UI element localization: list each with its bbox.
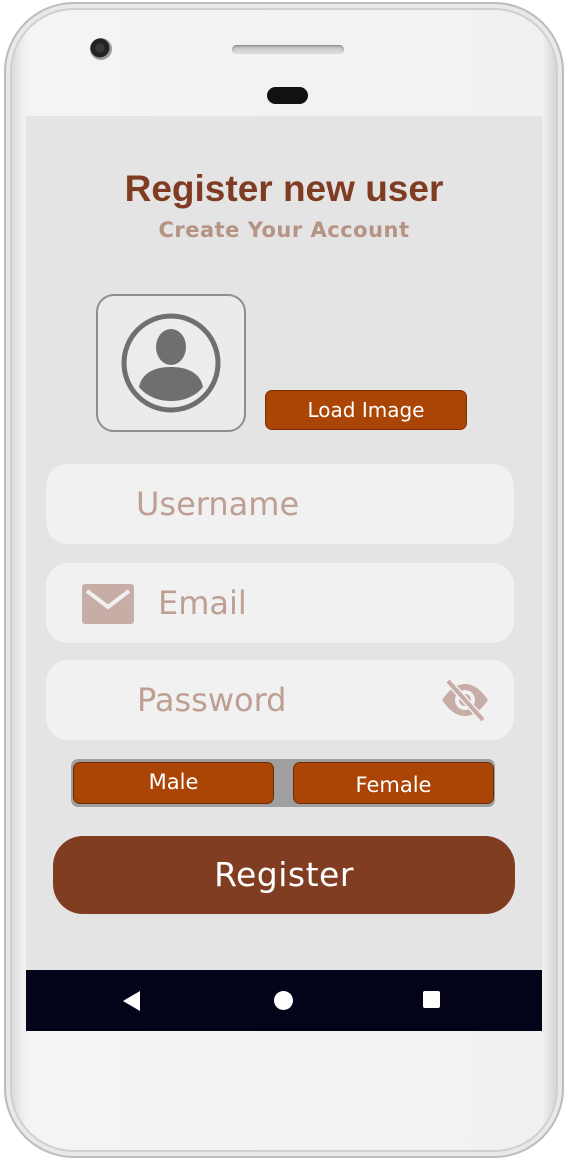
front-camera — [90, 38, 112, 60]
account-circle-icon — [121, 313, 221, 413]
load-image-button[interactable]: Load Image — [265, 390, 467, 430]
earpiece-speaker — [232, 45, 344, 54]
mail-icon — [82, 584, 134, 624]
email-placeholder: Email — [158, 584, 247, 622]
recents-square-icon[interactable] — [423, 991, 440, 1008]
username-field[interactable]: Username — [46, 464, 514, 544]
password-field[interactable]: Password — [46, 660, 514, 740]
profile-image-preview — [96, 294, 246, 432]
back-triangle-icon[interactable] — [122, 990, 142, 1012]
gender-selector: Male Female — [71, 759, 495, 807]
system-navigation-bar — [26, 970, 542, 1031]
username-placeholder: Username — [136, 485, 300, 523]
register-button[interactable]: Register — [53, 836, 515, 914]
page-title: Register new user — [124, 168, 444, 209]
password-placeholder: Password — [137, 681, 287, 719]
app-screen: Register new user Create Your Account Lo… — [26, 116, 542, 1031]
page-subtitle: Create Your Account — [158, 218, 410, 242]
eye-off-icon[interactable] — [439, 678, 491, 722]
home-circle-icon[interactable] — [274, 991, 293, 1010]
proximity-sensor — [267, 87, 308, 104]
gender-option-male[interactable]: Male — [73, 762, 274, 804]
gender-option-female[interactable]: Female — [293, 762, 494, 804]
email-field[interactable]: Email — [46, 563, 514, 643]
